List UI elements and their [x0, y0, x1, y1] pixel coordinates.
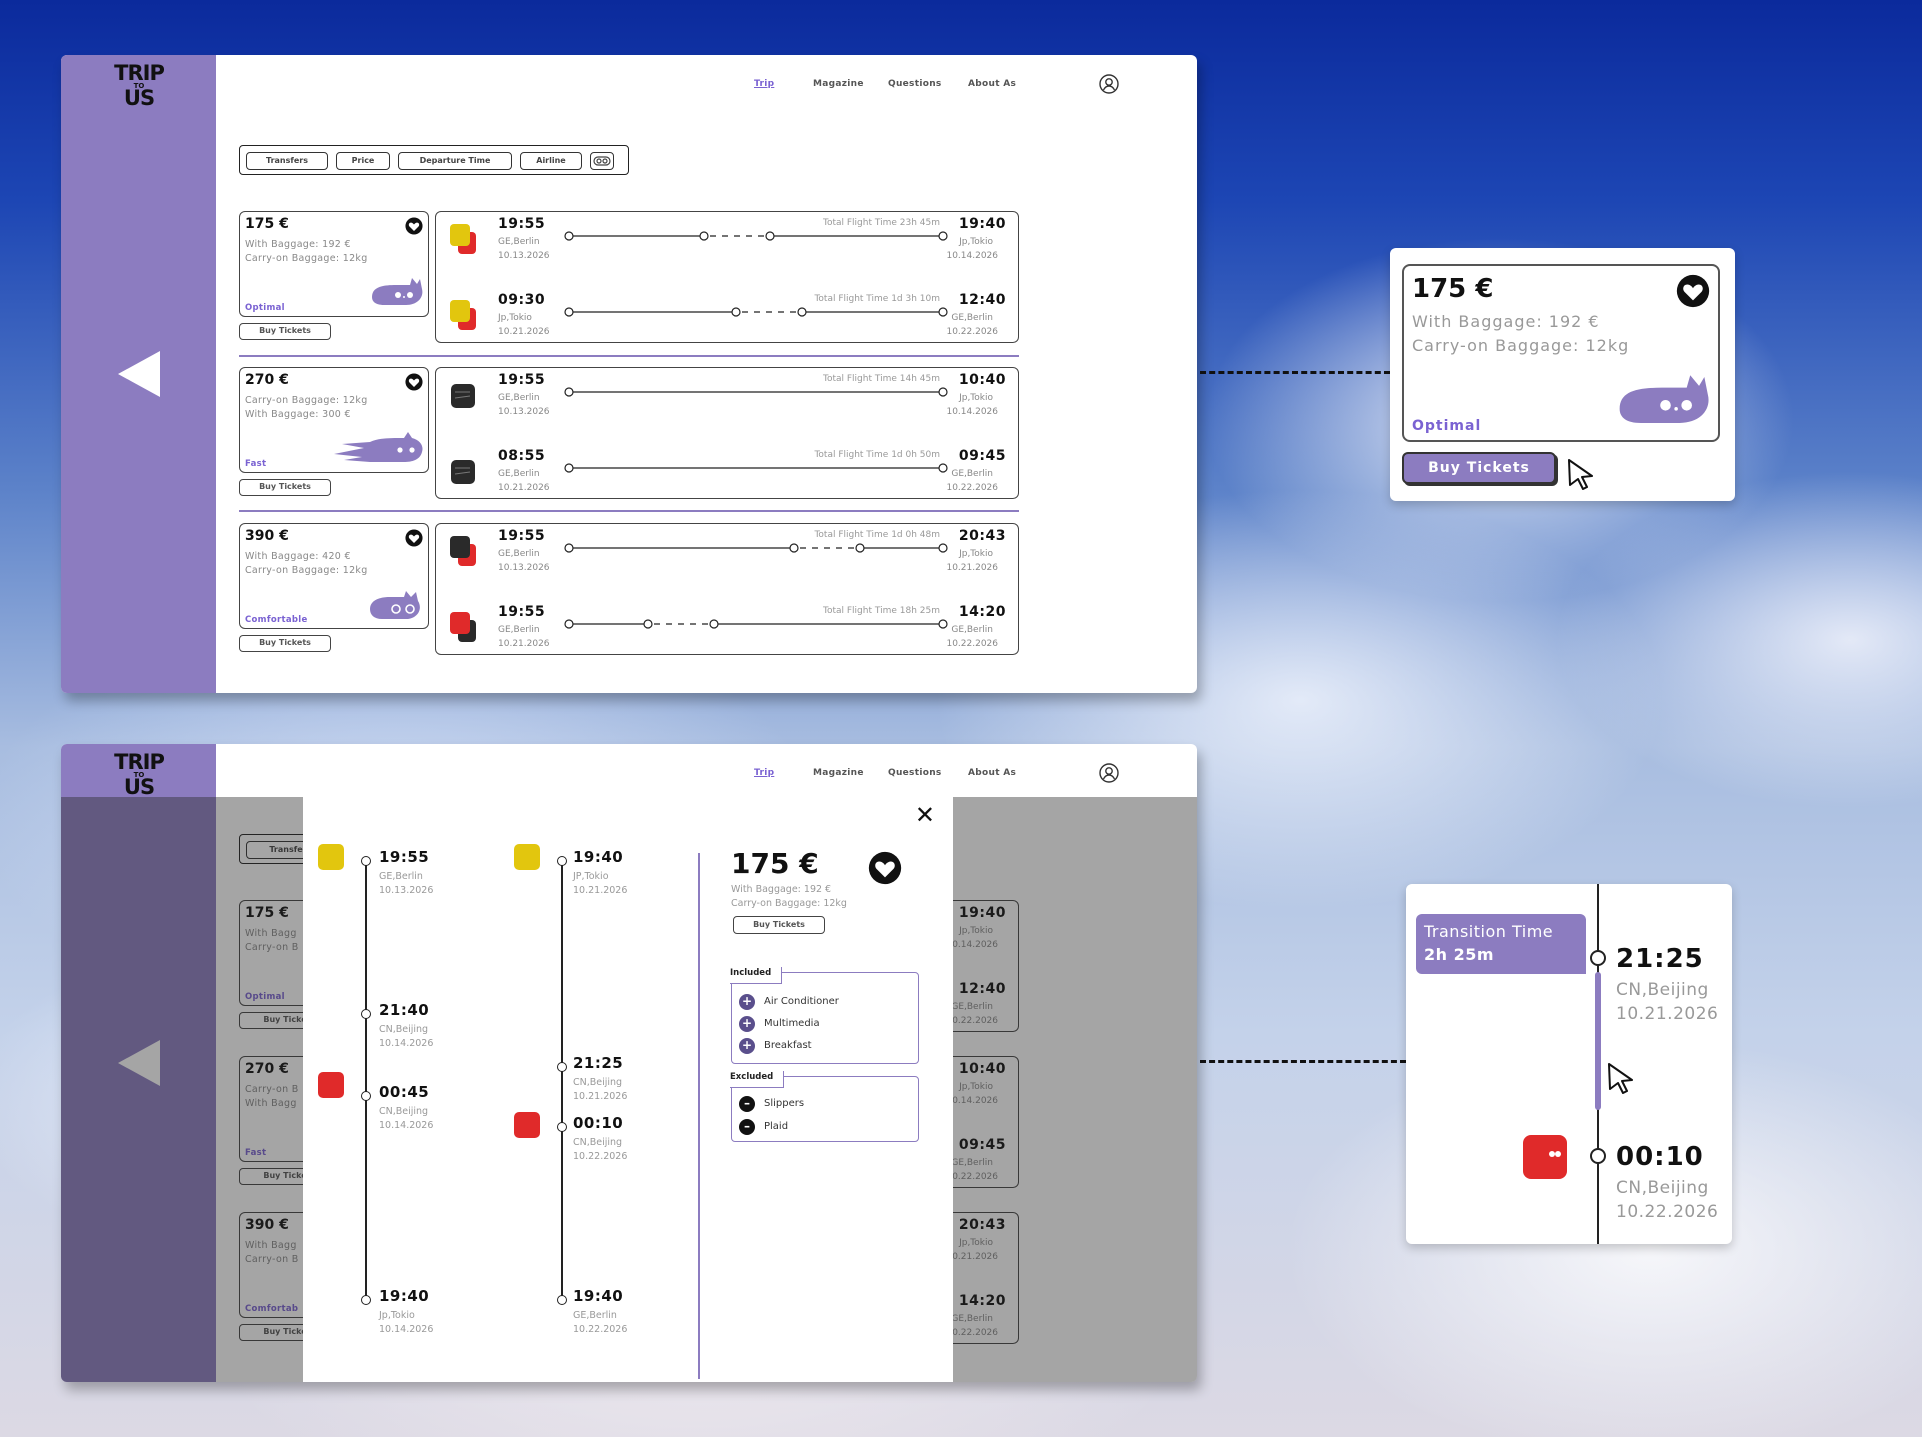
airline-yellow-icon — [514, 844, 540, 870]
offer-price-card[interactable]: 270 € Carry-on Baggage: 12kg With Baggag… — [239, 367, 429, 473]
detail-window: TRIP TO US Trip Magazine Questions About… — [61, 744, 1197, 1382]
offer-price-card[interactable]: 175 € With Baggage: 192 € Carry-on Bagga… — [239, 211, 429, 317]
route-line — [564, 307, 948, 317]
airline-red-dark-icon — [450, 612, 476, 642]
nav-trip[interactable]: Trip — [754, 768, 774, 778]
offer-divider — [239, 355, 1019, 357]
buy-tickets-button[interactable]: Buy Tickets — [239, 479, 331, 496]
mascot-fast-icon — [334, 432, 423, 462]
favorite-heart-icon[interactable] — [405, 529, 423, 547]
nav-questions[interactable]: Questions — [888, 79, 942, 89]
buy-tickets-button[interactable]: Buy Tickets — [1402, 452, 1556, 484]
nav-magazine[interactable]: Magazine — [813, 768, 864, 778]
favorite-heart-icon[interactable] — [405, 217, 423, 235]
timeline-stop — [557, 1122, 567, 1132]
user-profile-icon[interactable] — [1099, 763, 1119, 783]
transition-segment — [1595, 972, 1601, 1110]
airline-red-icon — [1523, 1135, 1567, 1179]
cursor-pointer-icon — [1608, 1063, 1633, 1094]
mascot-optimal-icon — [372, 278, 423, 305]
flight-leg: 08:55 GE,Berlin 10.21.2026 Total Flight … — [436, 444, 1018, 520]
user-profile-icon[interactable] — [1099, 74, 1119, 94]
flight-detail-modal: ✕ 19:55 GE,Berlin 10.13.2026 21:40 CN,Be… — [303, 797, 953, 1382]
airline-red-icon — [318, 1072, 344, 1098]
minus-icon: – — [739, 1096, 755, 1112]
airline-red-icon — [514, 1112, 540, 1138]
flight-legs-card[interactable]: 19:55 GE,Berlin 10.13.2026 Total Flight … — [435, 523, 1019, 655]
zoom-transition-card: Transition Time 2h 25m 21:25 CN,Beijing … — [1406, 884, 1732, 1244]
timeline-stop — [1590, 1148, 1606, 1164]
timeline-stop — [557, 1062, 567, 1072]
timeline-stop — [557, 856, 567, 866]
nav-magazine[interactable]: Magazine — [813, 79, 864, 89]
return-timeline — [561, 861, 563, 1297]
back-arrow-icon[interactable] — [118, 351, 160, 397]
results-window: TRIP TO US Trip Magazine Questions About… — [61, 55, 1197, 693]
airline-dark-icon — [451, 460, 475, 484]
trip-to-us-logo[interactable]: TRIP TO US — [109, 752, 169, 798]
outbound-timeline — [365, 861, 367, 1297]
flight-leg: 19:55 GE,Berlin 10.13.2026 Total Flight … — [436, 212, 1018, 288]
airline-yellow-icon — [318, 844, 344, 870]
nav-about[interactable]: About As — [968, 768, 1016, 778]
connector-line — [1200, 1060, 1406, 1063]
plus-icon: + — [739, 1038, 755, 1054]
airline-dark-icon — [451, 384, 475, 408]
buy-tickets-button[interactable]: Buy Tickets — [239, 635, 331, 652]
nav-questions[interactable]: Questions — [888, 768, 942, 778]
flight-leg: 19:55 GE,Berlin 10.13.2026 Total Flight … — [436, 524, 1018, 600]
filter-airline[interactable]: Airline — [520, 152, 582, 170]
offer-price-card[interactable]: 390 € With Baggage: 420 € Carry-on Bagga… — [239, 523, 429, 629]
filter-price[interactable]: Price — [336, 152, 390, 170]
included-box — [731, 972, 919, 1064]
zoom-price-box[interactable]: 175 € With Baggage: 192 € Carry-on Bagga… — [1402, 264, 1720, 442]
trip-to-us-logo[interactable]: TRIP TO US — [109, 63, 169, 109]
flight-leg: 19:55 GE,Berlin 10.21.2026 Total Flight … — [436, 600, 1018, 676]
route-line — [564, 387, 948, 397]
timeline-stop — [361, 1295, 371, 1305]
timeline-stop — [361, 1009, 371, 1019]
timeline-stop — [557, 1295, 567, 1305]
airline-dark-red-icon — [450, 536, 476, 566]
route-line — [564, 619, 948, 629]
zoom-price-card: 175 € With Baggage: 192 € Carry-on Bagga… — [1390, 248, 1735, 501]
plus-icon: + — [739, 994, 755, 1010]
favorite-heart-icon[interactable] — [868, 851, 902, 885]
favorite-heart-icon[interactable] — [405, 373, 423, 391]
plus-icon: + — [739, 1016, 755, 1032]
flight-legs-card[interactable]: 19:55 GE,Berlin 10.13.2026 Total Flight … — [435, 367, 1019, 499]
filter-bar: Transfers Price Departure Time Airline — [239, 145, 629, 175]
route-line — [564, 463, 948, 473]
timeline-stop — [361, 1091, 371, 1101]
flight-leg: 19:55 GE,Berlin 10.13.2026 Total Flight … — [436, 368, 1018, 444]
flight-leg: 09:30 Jp,Tokio 10.21.2026 Total Flight T… — [436, 288, 1018, 364]
timeline-stop — [1590, 950, 1606, 966]
route-line — [564, 543, 948, 553]
transition-time-badge: Transition Time 2h 25m — [1416, 914, 1586, 974]
filter-settings-icon[interactable] — [590, 152, 614, 170]
nav-about[interactable]: About As — [968, 79, 1016, 89]
mascot-optimal-icon — [1619, 375, 1709, 423]
airline-yellow-red-icon — [450, 300, 476, 330]
minus-icon: – — [739, 1119, 755, 1135]
buy-tickets-button[interactable]: Buy Tickets — [733, 916, 825, 934]
connector-line — [1200, 371, 1390, 374]
modal-divider — [698, 853, 700, 1379]
filter-transfers[interactable]: Transfers — [246, 152, 328, 170]
buy-tickets-button[interactable]: Buy Tickets — [239, 323, 331, 340]
cursor-pointer-icon — [1568, 459, 1593, 490]
route-line — [564, 231, 948, 241]
nav-trip[interactable]: Trip — [754, 79, 774, 89]
timeline-stop — [361, 856, 371, 866]
mascot-comfortable-icon — [370, 591, 420, 619]
favorite-heart-icon[interactable] — [1676, 274, 1710, 308]
flight-legs-card[interactable]: 19:55 GE,Berlin 10.13.2026 Total Flight … — [435, 211, 1019, 343]
filter-departure-time[interactable]: Departure Time — [398, 152, 512, 170]
airline-yellow-red-icon — [450, 224, 476, 254]
close-icon[interactable]: ✕ — [915, 801, 935, 829]
offer-divider — [239, 510, 1019, 512]
